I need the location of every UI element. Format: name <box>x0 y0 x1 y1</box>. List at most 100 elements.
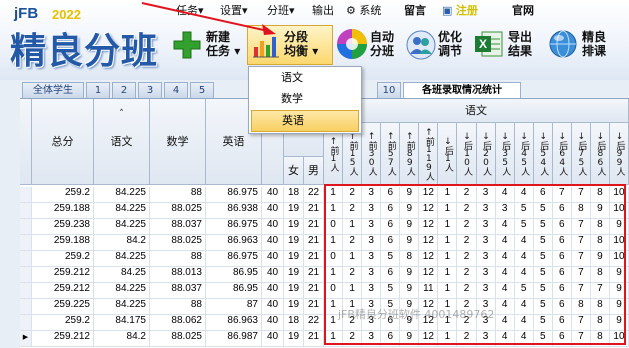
header-segment[interactable]: ↓ 后64人 <box>552 123 572 185</box>
header-segment[interactable]: ↓ 后75人 <box>571 123 591 185</box>
sort-indicator-icon: ˄ <box>119 109 124 119</box>
cell-total: 259.188 <box>32 235 94 251</box>
row-selector[interactable] <box>20 251 32 267</box>
table-row[interactable]: 259.188 84.225 88.025 86.938 40 19 21 1 2 3 6 9 12 1 2… <box>20 203 629 219</box>
segment-label: 前119人 <box>423 136 434 180</box>
cell-segment-count: 5 <box>514 219 534 235</box>
dropdown-item-math[interactable]: 数学 <box>251 89 359 109</box>
header-segment[interactable]: ↓ 后20人 <box>476 123 496 185</box>
cell-segment-count: 2 <box>457 283 477 299</box>
tab-class-3[interactable]: 3 <box>138 82 162 98</box>
menu-register[interactable]: ▣ 注册 <box>442 2 478 18</box>
tab-enrollment-stats[interactable]: 各班录取情况统计 <box>403 82 521 99</box>
tab-class-4[interactable]: 4 <box>164 82 188 98</box>
cell-male: 21 <box>304 299 324 315</box>
segment-arrow-icon: ↓ <box>614 132 625 141</box>
table-row[interactable]: 259.2 84.225 88 86.975 40 18 22 1 2 3 6 9 12 1 2 3 4 4 6 7 7… <box>20 187 629 203</box>
menu-system[interactable]: ⚙ 系统 <box>346 2 381 18</box>
segment-label: 后75人 <box>576 141 587 175</box>
header-segment[interactable]: ↓ 后86人 <box>590 123 610 185</box>
row-selector[interactable]: ▶ <box>20 331 32 347</box>
cell-segment-count: 9 <box>400 219 420 235</box>
auto-group-button[interactable]: 自动 分班 <box>334 24 404 64</box>
table-row[interactable]: 259.225 84.225 88 87 40 19 21 1 1 3 5 9 12 1 2 3 4 4 5 6 8 8 9 <box>20 299 629 315</box>
cell-female: 19 <box>284 251 304 267</box>
row-selector[interactable] <box>20 235 32 251</box>
table-row[interactable]: 259.212 84.225 88.037 86.95 40 19 21 0 1 3 5 9 11 1 2 3… <box>20 283 629 299</box>
header-segment[interactable]: ↓ 后54人 <box>533 123 553 185</box>
menu-official-site[interactable]: 官网 <box>512 2 534 18</box>
cell-segment-count: 6 <box>552 267 572 283</box>
header-segment[interactable]: ↑ 前119人 <box>419 123 439 185</box>
header-segment[interactable]: ↓ 后1人 <box>438 123 458 185</box>
tab-all-students[interactable]: 全体学生 <box>22 82 84 98</box>
tab-class-1[interactable]: 1 <box>86 82 110 98</box>
export-button[interactable]: X 导出 结果 <box>472 24 544 64</box>
row-selector[interactable] <box>20 219 32 235</box>
header-segment[interactable]: ↓ 后10人 <box>457 123 477 185</box>
cell-segment-count: 12 <box>419 267 439 283</box>
cell-segment-count: 1 <box>324 331 344 347</box>
cell-people: 40 <box>262 235 284 251</box>
tab-class-5[interactable]: 5 <box>190 82 214 98</box>
header-chinese[interactable]: ˄ 语文 <box>94 99 150 185</box>
table-row[interactable]: 259.212 84.25 88.013 86.95 40 19 21 1 2 3 6 9 12 1 2 3 4… <box>20 267 629 283</box>
cell-chinese: 84.175 <box>94 315 150 331</box>
cell-total: 259.188 <box>32 203 94 219</box>
cell-segment-count: 4 <box>495 219 515 235</box>
table-row[interactable]: 259.238 84.225 88.037 86.975 40 19 21 0 1 3 6 9 12 1 2… <box>20 219 629 235</box>
row-selector[interactable] <box>20 315 32 331</box>
cell-people: 40 <box>262 219 284 235</box>
table-row[interactable]: ▶ 259.212 84.2 88.025 86.987 40 19 21 1 2 3 6 9 12 1 2 3… <box>20 331 629 347</box>
header-female[interactable]: 女 <box>284 157 304 185</box>
cell-segment-count: 4 <box>495 315 515 331</box>
cell-segment-count: 6 <box>552 251 572 267</box>
cell-segment-count: 1 <box>324 203 344 219</box>
cell-english: 86.938 <box>206 203 262 219</box>
header-segment[interactable]: ↑ 前89人 <box>400 123 420 185</box>
dropdown-item-english[interactable]: 英语 <box>251 110 359 132</box>
tab-class-2[interactable]: 2 <box>112 82 136 98</box>
header-segment[interactable]: ↓ 后35人 <box>495 123 515 185</box>
segment-arrow-icon: ↓ <box>500 132 511 141</box>
cell-segment-count: 0 <box>324 251 344 267</box>
header-male[interactable]: 男 <box>304 157 324 185</box>
cell-segment-count: 7 <box>571 331 591 347</box>
row-selector[interactable] <box>20 187 32 203</box>
table-row[interactable]: 259.188 84.2 88.025 86.963 40 19 21 1 2 3 6 9 12 1 2 3 4… <box>20 235 629 251</box>
header-segment[interactable]: ↑ 前57人 <box>381 123 401 185</box>
segment-arrow-icon: ↑ <box>328 136 339 146</box>
header-total[interactable]: 总分 <box>32 99 94 185</box>
cell-people: 40 <box>262 203 284 219</box>
row-selector[interactable] <box>20 267 32 283</box>
header-segment[interactable]: ↑ 前30人 <box>362 123 382 185</box>
segment-dropdown-menu: 语文 数学 英语 <box>248 66 362 134</box>
cell-chinese: 84.225 <box>94 219 150 235</box>
menu-message[interactable]: 留言 <box>404 2 426 18</box>
table-row[interactable]: 259.2 84.225 88 86.975 40 19 21 0 1 3 5 8 12 1 2 3 4 4 5 6 7… <box>20 251 629 267</box>
book-icon: ▣ <box>442 4 453 17</box>
cell-segment-count: 12 <box>419 331 439 347</box>
tab-class-10[interactable]: 10 <box>377 82 401 98</box>
cell-segment-count: 9 <box>400 331 420 347</box>
header-math[interactable]: 数学 <box>150 99 206 185</box>
fine-schedule-button[interactable]: 精良 排课 <box>546 24 626 64</box>
cell-segment-count: 7 <box>590 283 610 299</box>
row-selector[interactable] <box>20 299 32 315</box>
header-segment[interactable]: ↓ 后45人 <box>514 123 534 185</box>
cell-segment-count: 1 <box>324 235 344 251</box>
row-selector[interactable] <box>20 283 32 299</box>
cell-female: 19 <box>284 331 304 347</box>
row-selector[interactable] <box>20 203 32 219</box>
cell-segment-count: 1 <box>343 283 363 299</box>
cell-segment-count: 1 <box>438 203 458 219</box>
cell-segment-count: 9 <box>609 299 629 315</box>
menu-output[interactable]: 输出 <box>312 2 334 18</box>
header-segment[interactable]: ↓ 后99人 <box>609 123 629 185</box>
dropdown-item-chinese[interactable]: 语文 <box>251 68 359 88</box>
optimize-button[interactable]: 优化 调节 <box>404 24 472 64</box>
table-row[interactable]: 259.2 84.175 88.062 86.963 40 18 22 1 2 3 6 9 12 1 2 3 4… <box>20 315 629 331</box>
cell-math: 88.037 <box>150 283 206 299</box>
cell-english: 86.987 <box>206 331 262 347</box>
app-title: 精良分班 <box>10 31 159 72</box>
